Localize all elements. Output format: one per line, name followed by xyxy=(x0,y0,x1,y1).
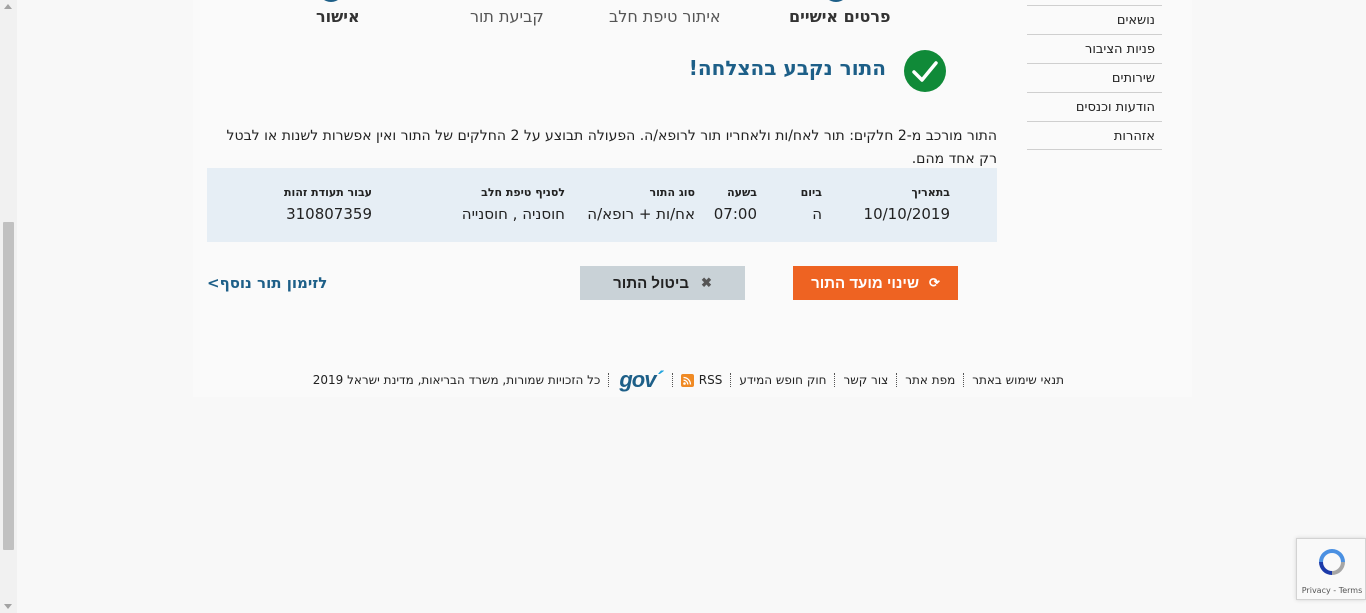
scroll-thumb[interactable] xyxy=(3,222,14,550)
x-icon: ✖ xyxy=(700,275,712,290)
step-indicator-icon xyxy=(823,0,849,2)
rss-label: RSS xyxy=(698,373,723,387)
detail-id-value: 310807359 xyxy=(286,205,372,223)
detail-id: עבור תעודת זהות 310807359 xyxy=(277,186,372,223)
step-personal-details: פרטים אישיים xyxy=(789,7,891,26)
footer-divider xyxy=(671,373,673,387)
cancel-appointment-button[interactable]: ✖ ביטול התור xyxy=(580,266,745,300)
detail-id-label: עבור תעודת זהות xyxy=(284,186,372,199)
footer-divider xyxy=(834,373,836,387)
footer-foi-link[interactable]: חוק חופש המידע xyxy=(731,373,834,387)
rss-icon xyxy=(680,373,694,387)
step-approval: אישור xyxy=(316,7,360,26)
side-menu-item-public-inquiries[interactable]: פניות הציבור xyxy=(1027,34,1162,63)
appointment-details: בתאריך 10/10/2019 ביום ה בשעה 07:00 סוג … xyxy=(207,168,997,242)
recaptcha-badge[interactable]: Privacy - Terms xyxy=(1296,538,1366,600)
progress-steps: אישור קביעת תור איתור טיפת חלב פרטים איש… xyxy=(193,0,1023,36)
footer-contact-link[interactable]: צור קשר xyxy=(835,373,896,387)
recaptcha-links[interactable]: Privacy - Terms xyxy=(1297,586,1366,595)
detail-type-label: סוג התור xyxy=(649,186,695,199)
footer-divider xyxy=(896,373,898,387)
side-menu-item-topics[interactable]: נושאים xyxy=(1027,5,1162,34)
book-another-link[interactable]: לזימון תור נוסף> xyxy=(207,274,327,292)
footer: תנאי שימוש באתר מפת אתר צור קשר חוק חופש… xyxy=(297,365,1072,395)
gov-logo[interactable]: gov´ xyxy=(609,367,671,393)
footer-terms-link[interactable]: תנאי שימוש באתר xyxy=(964,373,1072,387)
detail-time-value: 07:00 xyxy=(713,205,757,223)
step-find-branch: איתור טיפת חלב xyxy=(609,7,721,26)
footer-divider xyxy=(963,373,965,387)
side-menu: נושאים פניות הציבור שירותים הודעות וכנסי… xyxy=(1027,5,1162,150)
footer-rss-link[interactable]: RSS xyxy=(673,373,731,387)
footer-copyright: כל הזכויות שמורות, משרד הבריאות, מדינת י… xyxy=(312,373,601,387)
detail-day: ביום ה xyxy=(767,186,822,223)
footer-divider xyxy=(730,373,732,387)
detail-type-value: אח/ות + רופא/ה xyxy=(587,205,695,223)
scroll-down-arrow-icon[interactable] xyxy=(4,604,12,609)
detail-day-label: ביום xyxy=(800,186,822,199)
side-menu-item-news-events[interactable]: הודעות וכנסים xyxy=(1027,92,1162,121)
detail-time-label: בשעה xyxy=(727,186,757,199)
cancel-appointment-label: ביטול התור xyxy=(613,274,689,292)
change-appointment-label: שינוי מועד התור xyxy=(811,274,920,292)
detail-day-value: ה xyxy=(812,205,822,223)
success-title: התור נקבע בהצלחה! xyxy=(688,56,886,80)
scroll-up-arrow-icon[interactable] xyxy=(4,4,12,9)
refresh-icon: ⟳ xyxy=(929,275,940,290)
detail-date-label: בתאריך xyxy=(911,186,950,199)
step-schedule: קביעת תור xyxy=(470,7,544,26)
check-icon xyxy=(904,50,946,92)
side-menu-item-services[interactable]: שירותים xyxy=(1027,63,1162,92)
footer-sitemap-link[interactable]: מפת אתר xyxy=(897,373,963,387)
detail-branch-label: לסניף טיפת חלב xyxy=(481,186,565,199)
detail-time: בשעה 07:00 xyxy=(712,186,757,223)
change-appointment-button[interactable]: ⟳ שינוי מועד התור xyxy=(793,266,958,300)
detail-branch-value: חוסניה , חוסנייה xyxy=(461,205,565,223)
page-scrollbar[interactable] xyxy=(0,0,17,613)
detail-branch: לסניף טיפת חלב חוסניה , חוסנייה xyxy=(457,186,565,223)
appointment-description: התור מורכב מ-2 חלקים: תור לאח/ות ולאחריו… xyxy=(226,128,997,167)
recaptcha-icon xyxy=(1315,545,1349,583)
detail-date-value: 10/10/2019 xyxy=(863,205,950,223)
step-indicator-icon xyxy=(318,0,344,2)
gov-logo-swoosh-icon: ´ xyxy=(655,367,662,392)
gov-logo-text: gov xyxy=(619,367,656,392)
detail-type: סוג התור אח/ות + רופא/ה xyxy=(587,186,695,223)
detail-date: בתאריך 10/10/2019 xyxy=(863,186,950,223)
side-menu-item-warnings[interactable]: אזהרות xyxy=(1027,121,1162,150)
